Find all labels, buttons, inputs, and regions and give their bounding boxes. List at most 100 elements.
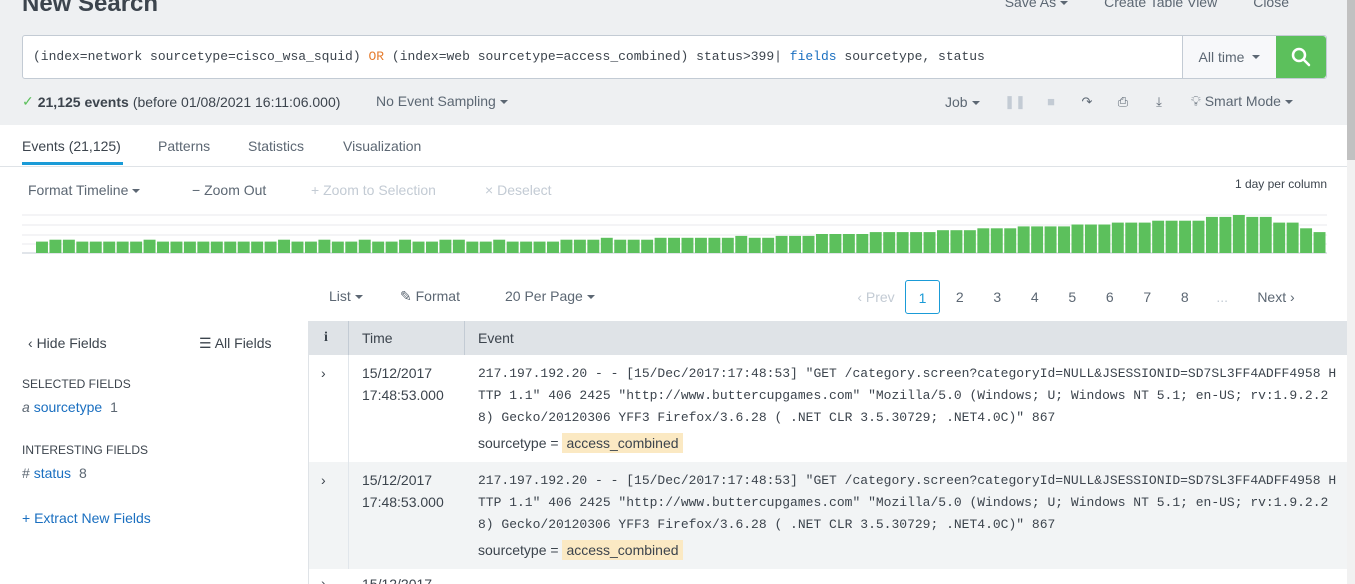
format-timeline-menu[interactable]: Format Timeline [28,182,141,198]
timeline-bar[interactable] [143,239,156,253]
timeline-bar[interactable] [331,241,344,253]
timeline-chart[interactable] [22,206,1327,254]
timeline-bar[interactable] [1125,222,1138,253]
timeline-bar[interactable] [977,228,990,253]
zoom-to-selection-button[interactable]: + Zoom to Selection [311,182,436,198]
timeline-bar[interactable] [170,241,183,253]
timeline-bar[interactable] [842,234,855,253]
timeline-bar[interactable] [1179,220,1192,253]
export-icon[interactable]: ⤓ [1141,94,1177,110]
timeline-bar[interactable] [654,237,667,253]
timeline-bar[interactable] [668,237,680,253]
zoom-out-button[interactable]: − Zoom Out [192,182,266,198]
timeline-bar[interactable] [1300,228,1313,253]
tab-events[interactable]: Events (21,125) [22,138,121,154]
timeline-bar[interactable] [815,234,828,253]
timeline-bar[interactable] [291,241,304,253]
timeline-bar[interactable] [264,241,277,253]
timeline-bar[interactable] [1017,226,1030,253]
timeline-bar[interactable] [493,239,506,253]
timeline-bar[interactable] [641,239,654,253]
timeline-bar[interactable] [950,230,963,253]
timeline-bar[interactable] [1232,215,1245,253]
page-button-7[interactable]: 7 [1129,280,1167,314]
page-button-6[interactable]: 6 [1091,280,1129,314]
timeline-bar[interactable] [721,237,734,253]
timeline-bar[interactable] [1084,224,1097,254]
timeline-bar[interactable] [1313,232,1326,253]
timeline-bar[interactable] [210,241,223,253]
timeline-bar[interactable] [345,241,358,253]
page-button-1[interactable]: 1 [905,280,940,314]
search-button[interactable] [1276,36,1326,78]
timeline-bar[interactable] [1205,216,1218,253]
timeline-bar[interactable] [103,241,116,253]
timeline-bar[interactable] [439,239,452,253]
timeline-bar[interactable] [1286,222,1299,253]
timeline-bar[interactable] [372,241,385,253]
all-fields-button[interactable]: ☰ All Fields [199,335,271,352]
timeline-bar[interactable] [937,230,949,253]
timeline-bar[interactable] [990,228,1003,253]
page-button-4[interactable]: 4 [1016,280,1054,314]
timeline-bar[interactable] [385,241,398,253]
event-field-value[interactable]: access_combined [562,433,683,453]
timeline-bar[interactable] [62,239,75,253]
timeline-bar[interactable] [1273,222,1286,253]
timeline-bar[interactable] [762,237,775,253]
pause-icon[interactable]: ❚❚ [997,94,1033,110]
prev-page-button[interactable]: ‹ Prev [848,280,904,314]
timeline-bar[interactable] [1138,222,1151,253]
timeline-bar[interactable] [425,241,438,253]
close-link[interactable]: Close [1253,0,1289,10]
timeline-bar[interactable] [1098,224,1111,254]
timeline-bar[interactable] [1044,226,1057,253]
event-field-value[interactable]: access_combined [562,540,683,560]
timeline-bar[interactable] [399,239,412,253]
page-button-3[interactable]: 3 [979,280,1017,314]
timeline-bar[interactable] [76,241,89,253]
extract-new-fields-link[interactable]: + Extract New Fields [22,510,151,526]
timeline-bar[interactable] [614,239,627,253]
timeline-bar[interactable] [49,239,62,253]
chevron-right-icon[interactable]: › [321,575,326,584]
time-column-header[interactable]: Time [362,330,393,346]
timeline-bar[interactable] [802,235,815,253]
timeline-bar[interactable] [748,237,761,253]
timeline-bar[interactable] [1071,224,1084,254]
timeline-bar[interactable] [197,241,210,253]
timeline-bar[interactable] [358,239,371,253]
timeline-bar[interactable] [116,241,129,253]
timeline-bar[interactable] [466,241,479,253]
page-button-5[interactable]: 5 [1054,280,1092,314]
timeline-bar[interactable] [1246,216,1259,253]
timeline-bar[interactable] [278,239,291,253]
timeline-bar[interactable] [89,241,102,253]
timeline-bar[interactable] [1111,222,1124,253]
timeline-bar[interactable] [1152,220,1165,253]
per-page-menu[interactable]: 20 Per Page [505,288,595,304]
next-page-button[interactable]: Next › [1241,280,1311,314]
timeline-bar[interactable] [130,241,143,253]
timeline-bar[interactable] [1259,216,1272,253]
timeline-bar[interactable] [479,241,492,253]
timeline-bar[interactable] [36,241,48,253]
timeline-bar[interactable] [251,241,264,253]
job-menu[interactable]: Job [945,94,997,110]
timeline-bar[interactable] [694,237,707,253]
save-as-menu[interactable]: Save As [1005,0,1069,10]
timeline-bar[interactable] [533,241,546,253]
timeline-bar[interactable] [600,237,613,253]
timeline-bar[interactable] [789,235,802,253]
create-table-view-link[interactable]: Create Table View [1104,0,1217,10]
time-range-picker[interactable]: All time [1182,36,1276,78]
timeline-bar[interactable] [923,232,936,253]
timeline-bar[interactable] [547,241,559,253]
timeline-bar[interactable] [963,230,976,253]
timeline-bar[interactable] [1031,226,1044,253]
timeline-bar[interactable] [237,241,250,253]
timeline-bar[interactable] [183,241,196,253]
timeline-bar[interactable] [708,237,721,253]
search-mode-menu[interactable]: 💡︎ Smart Mode [1191,93,1293,110]
timeline-bar[interactable] [573,239,586,253]
